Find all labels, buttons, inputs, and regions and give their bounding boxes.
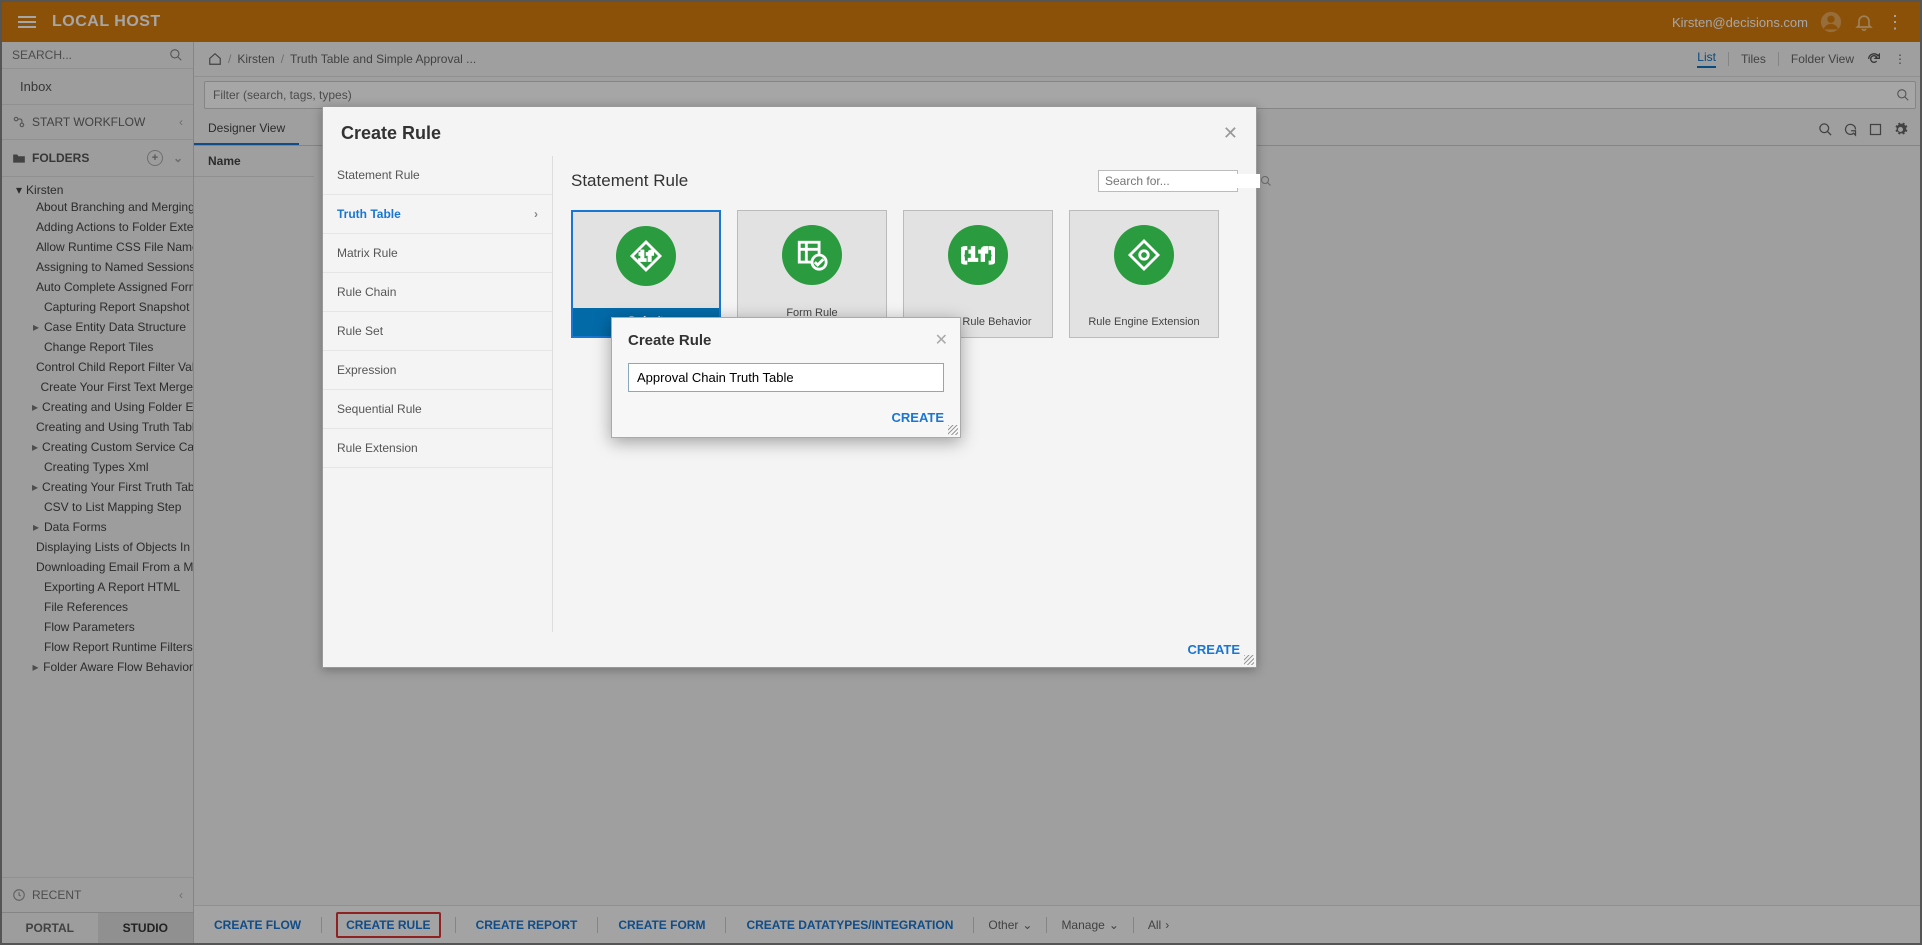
dialog-nav-item[interactable]: Rule Set bbox=[323, 312, 552, 351]
search-icon[interactable] bbox=[1260, 175, 1272, 187]
svg-text:if: if bbox=[638, 249, 653, 264]
template-search[interactable] bbox=[1098, 170, 1238, 192]
resize-handle[interactable] bbox=[1244, 655, 1254, 665]
template-icon bbox=[782, 225, 842, 285]
dialog-nav-label: Rule Chain bbox=[337, 285, 396, 299]
template-icon bbox=[1114, 225, 1174, 285]
dialog-main-title: Statement Rule bbox=[571, 171, 688, 191]
dialog-nav-item[interactable]: Sequential Rule bbox=[323, 390, 552, 429]
dialog-nav-label: Statement Rule bbox=[337, 168, 420, 182]
dialog-nav-label: Sequential Rule bbox=[337, 402, 422, 416]
dialog-nav-item[interactable]: Rule Chain bbox=[323, 273, 552, 312]
template-icon: if bbox=[616, 226, 676, 286]
svg-text:{if}: {if} bbox=[961, 246, 995, 266]
dialog-nav-item[interactable]: Matrix Rule bbox=[323, 234, 552, 273]
dialog-create-button[interactable]: CREATE bbox=[1188, 642, 1240, 657]
template-search-input[interactable] bbox=[1105, 174, 1260, 188]
template-label: Rule Engine Extension bbox=[1070, 309, 1218, 337]
template-card[interactable]: Rule Engine Extension bbox=[1069, 210, 1219, 338]
dialog-nav-label: Truth Table bbox=[337, 207, 401, 221]
close-icon[interactable]: ✕ bbox=[1223, 123, 1238, 144]
dialog-nav-item[interactable]: Statement Rule bbox=[323, 156, 552, 195]
dialog-nav: Statement Rule Truth Table › Matrix Rule Rul… bbox=[323, 156, 553, 632]
dialog-nav-label: Expression bbox=[337, 363, 396, 377]
template-icon: {if} bbox=[948, 225, 1008, 285]
small-dialog-create-button[interactable]: CREATE bbox=[892, 410, 944, 425]
dialog-title: Create Rule bbox=[341, 123, 441, 144]
rule-name-input[interactable] bbox=[628, 363, 944, 392]
dialog-nav-label: Rule Set bbox=[337, 324, 383, 338]
chevron-right-icon: › bbox=[534, 207, 538, 221]
small-dialog-title: Create Rule bbox=[612, 318, 960, 359]
resize-handle[interactable] bbox=[948, 425, 958, 435]
name-rule-dialog: Create Rule ✕ CREATE bbox=[611, 317, 961, 438]
dialog-nav-label: Matrix Rule bbox=[337, 246, 398, 260]
close-icon[interactable]: ✕ bbox=[935, 330, 948, 350]
dialog-nav-label: Rule Extension bbox=[337, 441, 418, 455]
dialog-nav-item[interactable]: Truth Table › bbox=[323, 195, 552, 234]
dialog-nav-item[interactable]: Rule Extension bbox=[323, 429, 552, 468]
dialog-nav-item[interactable]: Expression bbox=[323, 351, 552, 390]
